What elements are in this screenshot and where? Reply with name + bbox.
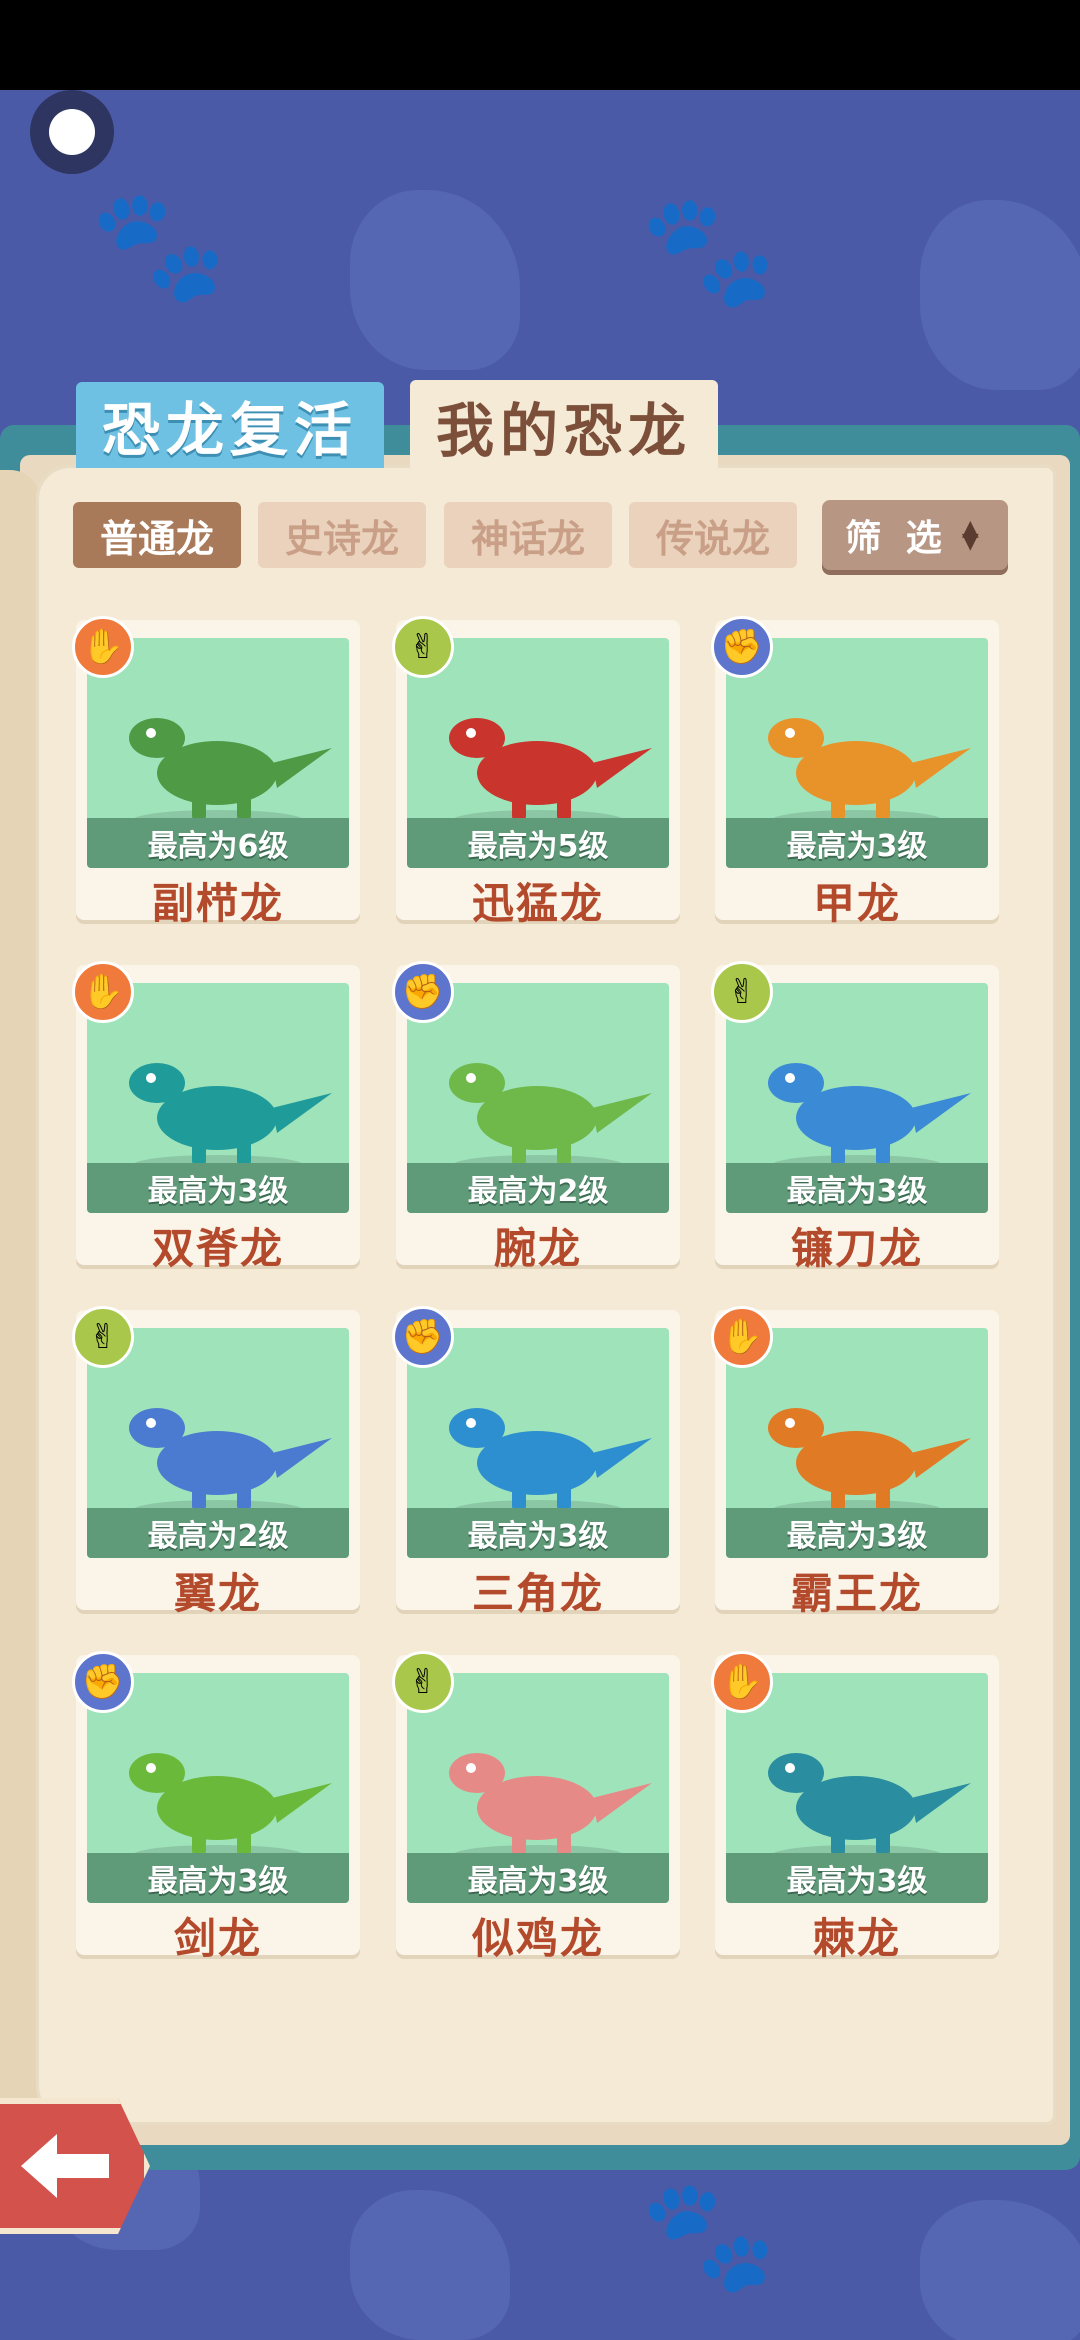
- dino-portrait: 最高为3级: [726, 638, 988, 868]
- max-level-label: 最高为3级: [407, 1853, 669, 1903]
- dino-card[interactable]: 最高为2级腕龙 ✊: [392, 961, 680, 1273]
- filter-button[interactable]: 筛 选 ▲ ▼: [822, 500, 1008, 570]
- dino-name: 甲龙: [812, 879, 901, 928]
- tab-my-dinos[interactable]: 我的恐龙: [410, 380, 718, 472]
- dino-portrait: 最高为2级: [407, 983, 669, 1213]
- dino-silhouette: [350, 2190, 510, 2340]
- max-level-label: 最高为3级: [726, 818, 988, 868]
- max-level-label: 最高为3级: [87, 1853, 349, 1903]
- dino-card[interactable]: 最高为3级霸王龙 ✋: [711, 1306, 999, 1618]
- floating-home-button[interactable]: [30, 90, 114, 174]
- status-bar: [0, 0, 1080, 90]
- dino-card[interactable]: 最高为3级甲龙 ✊: [711, 616, 999, 928]
- rarity-tab-common[interactable]: 普通龙: [73, 502, 241, 568]
- paw-print-icon: 🐾: [640, 2171, 777, 2299]
- dino-name: 棘龙: [812, 1914, 901, 1963]
- dino-card[interactable]: 最高为3级双脊龙 ✋: [72, 961, 360, 1273]
- dino-card[interactable]: 最高为2级翼龙 ✌: [72, 1306, 360, 1618]
- rarity-tab-mythic[interactable]: 神话龙: [444, 502, 612, 568]
- dino-name: 双脊龙: [151, 1224, 284, 1273]
- page-curl: [0, 470, 40, 2130]
- dino-card[interactable]: 最高为5级迅猛龙 ✌: [392, 616, 680, 928]
- rock-hand-icon: ✊: [392, 1306, 454, 1368]
- rock-hand-icon: ✊: [711, 616, 773, 678]
- max-level-label: 最高为2级: [87, 1508, 349, 1558]
- dino-name: 副栉龙: [151, 879, 284, 928]
- max-level-label: 最高为3级: [726, 1508, 988, 1558]
- dino-card[interactable]: 最高为3级三角龙 ✊: [392, 1306, 680, 1618]
- max-level-label: 最高为3级: [407, 1508, 669, 1558]
- dino-name: 腕龙: [493, 1224, 582, 1273]
- dino-name: 似鸡龙: [471, 1914, 604, 1963]
- dino-card[interactable]: 最高为3级镰刀龙 ✌: [711, 961, 999, 1273]
- dino-silhouette: [920, 2200, 1080, 2340]
- dino-name: 霸王龙: [790, 1569, 923, 1618]
- dino-portrait: 最高为5级: [407, 638, 669, 868]
- dino-name: 剑龙: [173, 1914, 262, 1963]
- max-level-label: 最高为6级: [87, 818, 349, 868]
- paw-print-icon: 🐾: [640, 186, 777, 314]
- dino-portrait: 最高为6级: [87, 638, 349, 868]
- dino-name: 翼龙: [173, 1569, 262, 1618]
- scissors-hand-icon: ✌: [711, 961, 773, 1023]
- rarity-tab-epic[interactable]: 史诗龙: [258, 502, 426, 568]
- paper-hand-icon: ✋: [72, 616, 134, 678]
- paper-hand-icon: ✋: [72, 961, 134, 1023]
- rarity-tab-legend[interactable]: 传说龙: [629, 502, 797, 568]
- dino-name: 镰刀龙: [790, 1224, 923, 1273]
- dino-card[interactable]: 最高为6级副栉龙 ✋: [72, 616, 360, 928]
- dino-name: 三角龙: [471, 1569, 604, 1618]
- scissors-hand-icon: ✌: [72, 1306, 134, 1368]
- rock-hand-icon: ✊: [392, 961, 454, 1023]
- dino-portrait: 最高为3级: [407, 1328, 669, 1558]
- dino-portrait: 最高为3级: [726, 983, 988, 1213]
- dino-portrait: 最高为3级: [87, 1673, 349, 1903]
- dino-portrait: 最高为3级: [726, 1328, 988, 1558]
- dino-portrait: 最高为3级: [726, 1673, 988, 1903]
- dino-silhouette: [350, 190, 520, 370]
- dino-portrait: 最高为2级: [87, 1328, 349, 1558]
- back-button[interactable]: [0, 2098, 150, 2234]
- tab-dino-revive[interactable]: 恐龙复活: [76, 382, 384, 468]
- sort-arrows-icon: ▲ ▼: [961, 515, 985, 554]
- max-level-label: 最高为2级: [407, 1163, 669, 1213]
- filter-label: 筛 选: [845, 518, 948, 559]
- dino-silhouette: [920, 200, 1080, 390]
- dino-portrait: 最高为3级: [407, 1673, 669, 1903]
- rock-hand-icon: ✊: [72, 1651, 134, 1713]
- paper-hand-icon: ✋: [711, 1306, 773, 1368]
- scissors-hand-icon: ✌: [392, 1651, 454, 1713]
- paw-print-icon: 🐾: [90, 181, 227, 309]
- dino-portrait: 最高为3级: [87, 983, 349, 1213]
- dino-name: 迅猛龙: [471, 879, 604, 928]
- max-level-label: 最高为5级: [407, 818, 669, 868]
- dino-card[interactable]: 最高为3级似鸡龙 ✌: [392, 1651, 680, 1963]
- scissors-hand-icon: ✌: [392, 616, 454, 678]
- max-level-label: 最高为3级: [726, 1853, 988, 1903]
- max-level-label: 最高为3级: [726, 1163, 988, 1213]
- dino-card[interactable]: 最高为3级剑龙 ✊: [72, 1651, 360, 1963]
- max-level-label: 最高为3级: [87, 1163, 349, 1213]
- paper-hand-icon: ✋: [711, 1651, 773, 1713]
- dino-card[interactable]: 最高为3级棘龙 ✋: [711, 1651, 999, 1963]
- back-arrow-icon: [21, 2134, 109, 2198]
